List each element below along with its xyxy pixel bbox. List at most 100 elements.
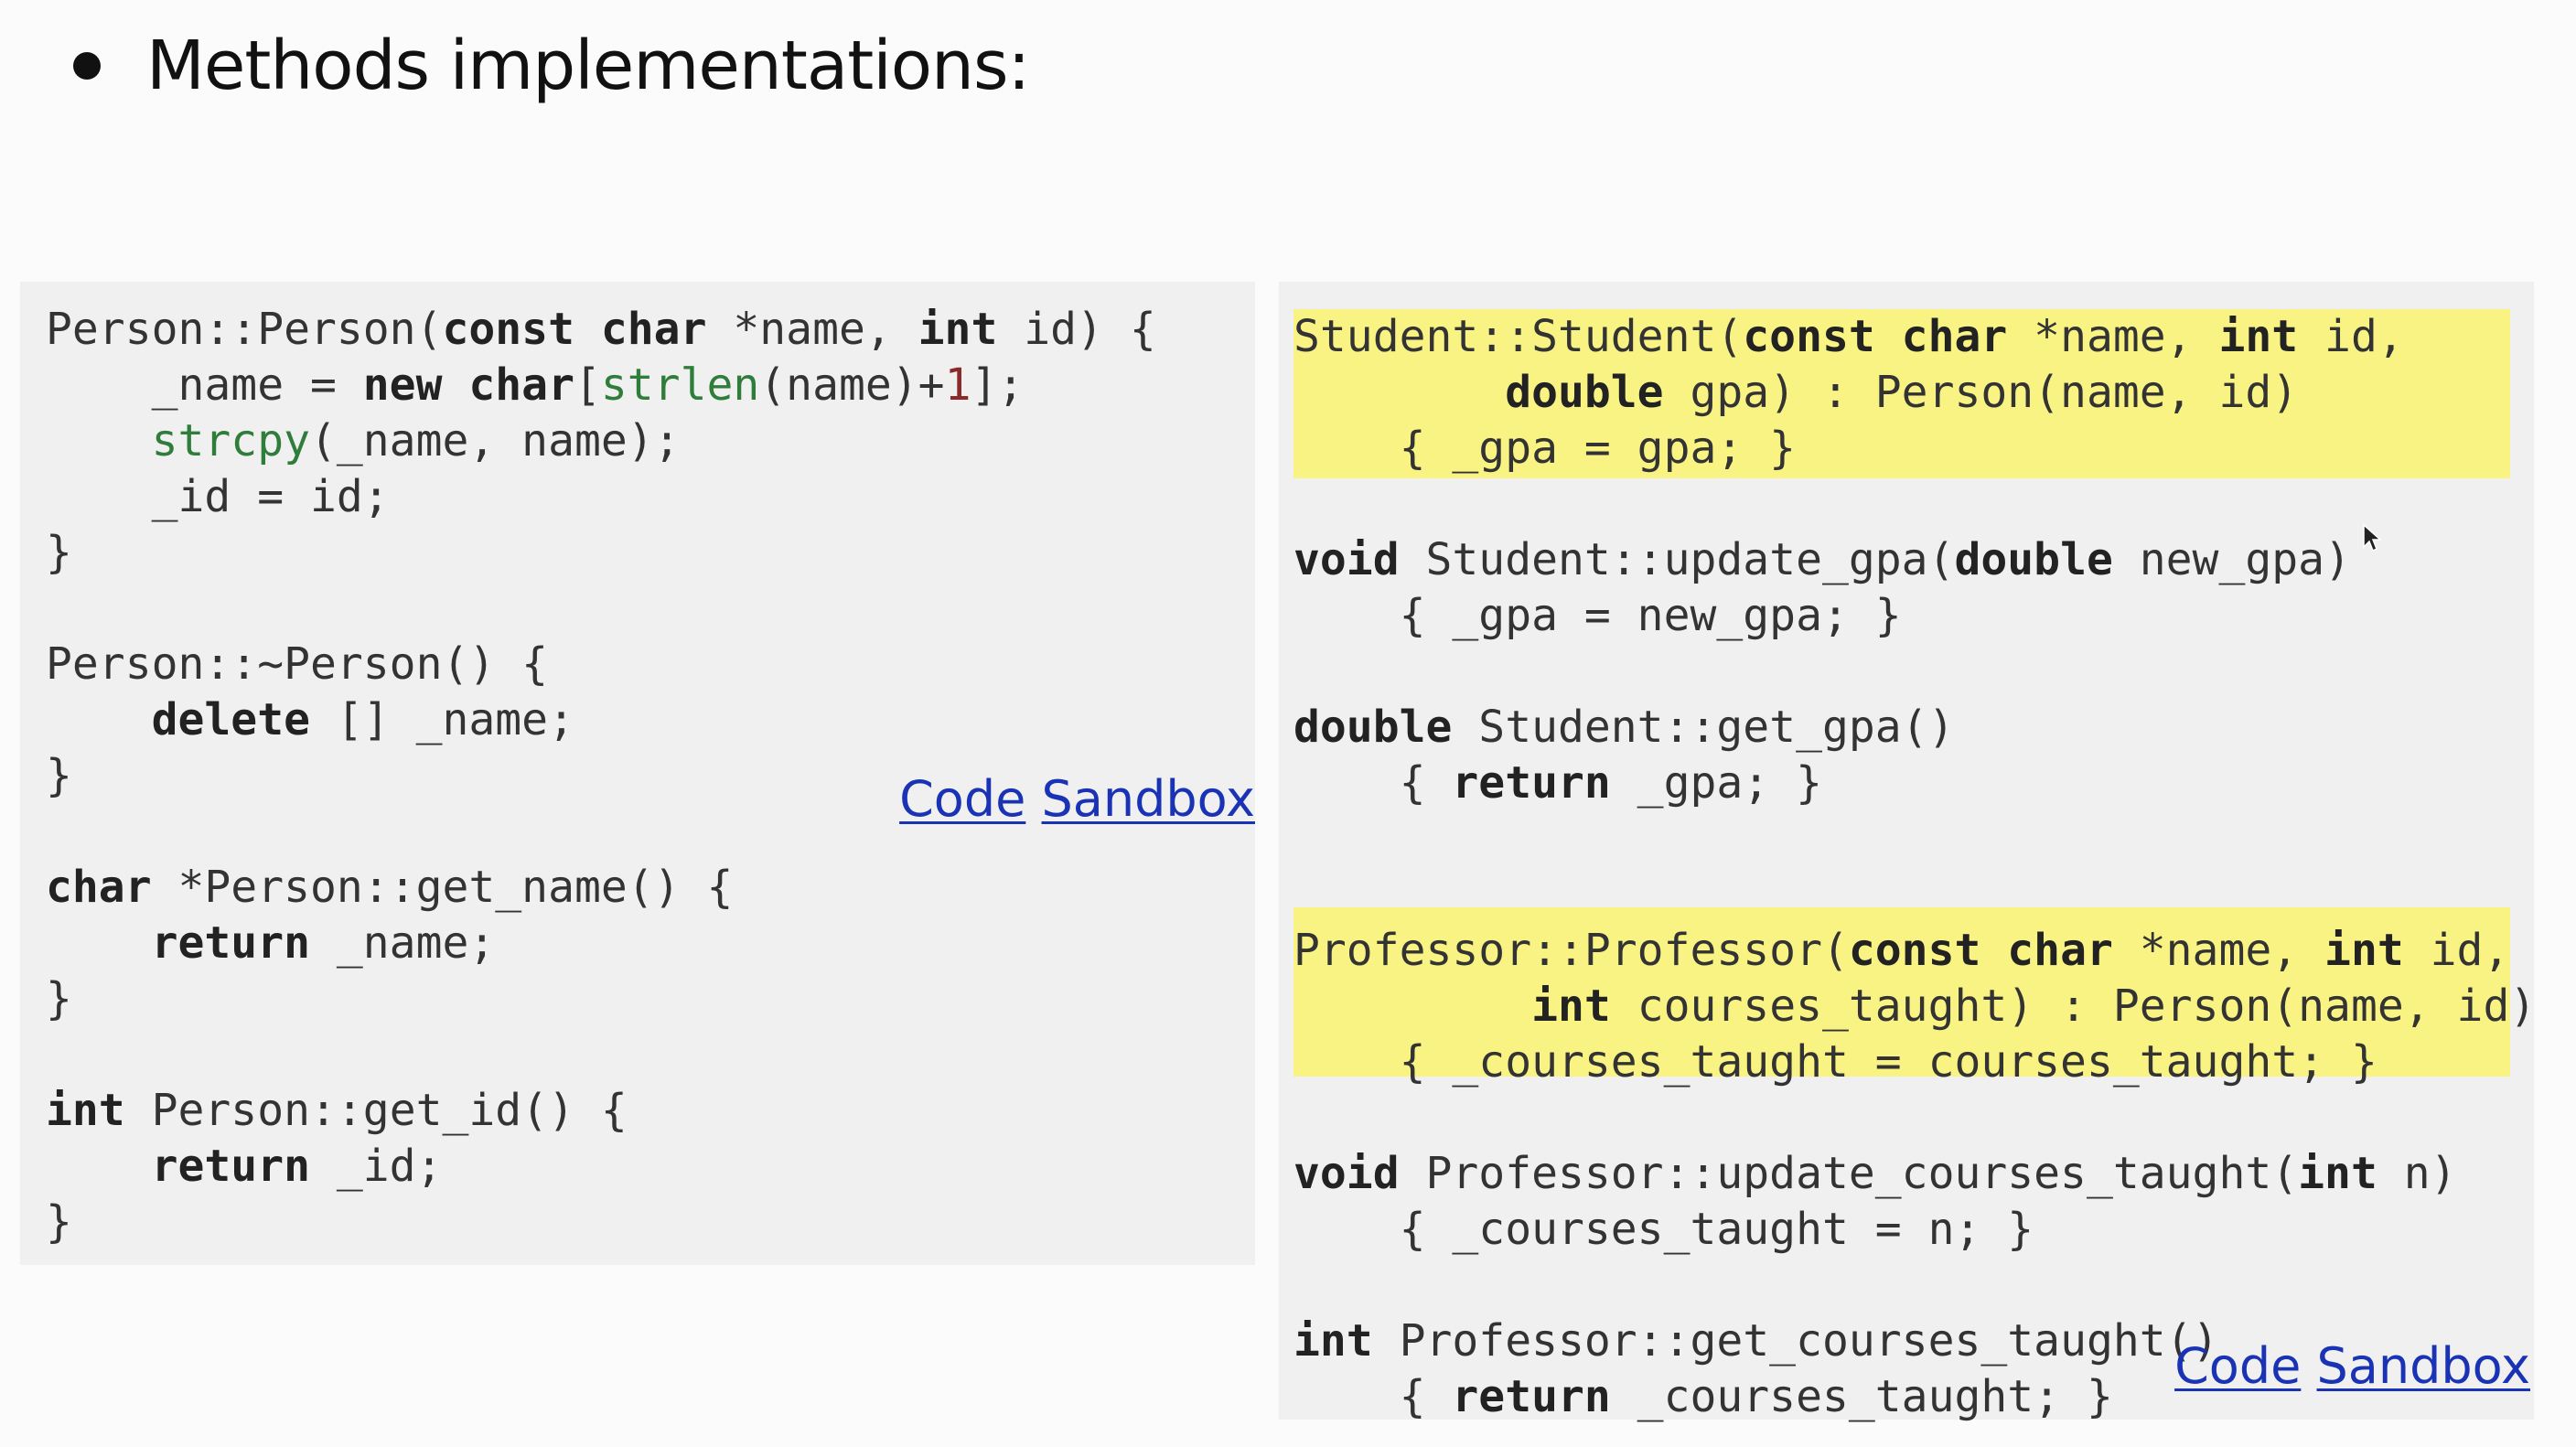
code-line: void Professor::update_courses_taught(in… [1293,1148,2457,1199]
code-text: _courses_taught; } [1610,1371,2113,1422]
code-line: { return _courses_taught; } [1293,1371,2113,1422]
code-text: } [46,973,72,1024]
code-line: Person::Person(const char *name, int id)… [46,304,1156,355]
code-line: { _gpa = gpa; } [1293,423,1796,474]
code-keyword: char [46,862,152,913]
code-text: Professor::Professor( [1293,925,1849,976]
code-text: Student::Student( [1293,311,1744,362]
code-line: { _courses_taught = courses_taught; } [1293,1036,2377,1088]
code-keyword: double [1954,534,2113,585]
code-text: { _gpa = new_gpa; } [1293,590,1902,641]
code-keyword: void [1293,534,1400,585]
code-number: 1 [944,359,971,411]
code-line: Professor::Professor(const char *name, i… [1293,925,2509,976]
sandbox-link-right[interactable]: Sandbox [2317,1337,2530,1395]
code-line: Person::~Person() { [46,638,548,690]
code-text: *name, [2112,925,2325,976]
code-text: } [46,750,72,801]
code-text: } [46,1196,72,1248]
code-text: Person::Person( [46,304,443,355]
code-link-right[interactable]: Code [2174,1337,2301,1395]
code-text: _name; [309,917,496,969]
code-text: *Person::get_name() { [151,862,734,913]
code-text: [] _name; [309,694,574,745]
slide-title: Methods implementations: [64,20,1030,112]
code-text: new_gpa) [2112,534,2351,585]
code-line: double Student::get_gpa() [1293,702,1954,753]
code-keyword: delete [151,694,310,745]
code-line: int Person::get_id() { [46,1085,628,1136]
code-sandbox-links-left: Code Sandbox [899,770,1255,828]
code-text: } [46,527,72,578]
code-line: return _id; [46,1141,443,1192]
code-text: id) { [997,304,1156,355]
code-text: gpa) : Person(name, id) [1663,367,2299,418]
code-line: { _courses_taught = n; } [1293,1204,2034,1255]
code-line: } [46,527,72,578]
code-text: { [1293,757,1453,809]
code-text: Student::update_gpa( [1399,534,1955,585]
code-text: (name)+ [759,359,945,411]
code-keyword: int [1531,981,1611,1032]
code-keyword: const char [442,304,707,355]
code-text: Person::get_id() { [124,1085,628,1136]
code-line: } [46,750,72,801]
code-keyword: const char [1848,925,2113,976]
code-keyword: double [1505,367,1664,418]
code-line: } [46,1196,72,1248]
code-keyword: return [151,917,310,969]
sandbox-link-left[interactable]: Sandbox [1042,770,1255,828]
code-keyword: double [1293,702,1453,753]
code-link-left[interactable]: Code [899,770,1025,828]
code-line: strcpy(_name, name); [46,415,681,466]
code-line: _id = id; [46,471,390,522]
code-keyword: const char [1743,311,2008,362]
code-keyword: int [918,304,998,355]
code-text: n) [2377,1148,2457,1199]
code-keyword: int [46,1085,125,1136]
code-line: { return _gpa; } [1293,757,1822,809]
code-line: { _gpa = new_gpa; } [1293,590,1902,641]
code-text: [ [574,359,601,411]
code-line: char *Person::get_name() { [46,862,733,913]
code-block-student-professor: Student::Student(const char *name, int i… [1293,309,2536,1425]
code-keyword: return [151,1141,310,1192]
slide-title-text: Methods implementations: [146,27,1030,105]
code-panel-student-professor: Student::Student(const char *name, int i… [1279,282,2536,1422]
code-keyword: return [1452,757,1611,809]
code-line: _name = new char[strlen(name)+1]; [46,359,1025,411]
code-line: double gpa) : Person(name, id) [1293,367,2298,418]
code-sandbox-links-right: Code Sandbox [2174,1337,2530,1395]
code-text: ]; [971,359,1025,411]
code-line: void Student::update_gpa(double new_gpa) [1293,534,2351,585]
code-text: _id; [309,1141,443,1192]
code-text: *name, [2007,311,2219,362]
code-line: } [46,973,72,1024]
code-line: return _name; [46,917,496,969]
code-text: (_name, name); [309,415,681,466]
code-text: Professor::get_courses_taught() [1372,1315,2219,1367]
code-text: Professor::update_courses_taught( [1399,1148,2299,1199]
code-text: _id = id; [46,471,390,522]
code-text: Student::get_gpa() [1452,702,1955,753]
code-text: { [1293,1371,1453,1422]
bullet-icon [73,52,101,80]
code-text: { _gpa = gpa; } [1293,423,1797,474]
code-keyword: return [1452,1371,1611,1422]
code-text: { _courses_taught = n; } [1293,1204,2034,1255]
code-text: _name = [46,359,363,411]
code-keyword: int [2324,925,2404,976]
code-text: id, [2298,311,2404,362]
code-function: strlen [600,359,760,411]
code-keyword: void [1293,1148,1400,1199]
mouse-cursor-icon [2363,523,2382,552]
code-keyword: int [2218,311,2299,362]
code-line: int Professor::get_courses_taught() [1293,1315,2218,1367]
code-text: _gpa; } [1610,757,1822,809]
code-text: Person::~Person() { [46,638,549,690]
code-text: *name, [706,304,918,355]
